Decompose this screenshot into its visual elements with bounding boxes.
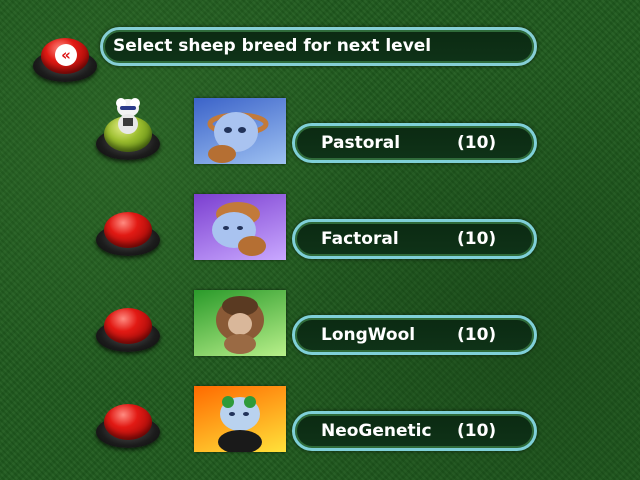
sheep-figure-icon [116, 98, 140, 134]
breed-thumbnail-neogenetic [194, 386, 286, 452]
breed-count: (10) [457, 229, 497, 249]
breed-count: (10) [457, 133, 497, 153]
page-title: Select sheep breed for next level [100, 27, 537, 66]
breed-label-factoral[interactable]: Factoral (10) [292, 219, 537, 259]
breed-count: (10) [457, 421, 497, 441]
breed-thumbnail-longwool [194, 290, 286, 356]
breed-name: Factoral [321, 229, 399, 249]
breed-name: Pastoral [321, 133, 401, 153]
button-cap [104, 404, 152, 440]
breed-label-longwool[interactable]: LongWool (10) [292, 315, 537, 355]
button-cap [104, 212, 152, 248]
select-breed-longwool-button[interactable] [96, 304, 160, 354]
breed-thumbnail-pastoral [194, 98, 286, 164]
button-cap [104, 308, 152, 344]
select-breed-factoral-button[interactable] [96, 208, 160, 258]
back-button[interactable]: « [33, 34, 97, 84]
breed-label-neogenetic[interactable]: NeoGenetic (10) [292, 411, 537, 451]
select-breed-pastoral-button[interactable] [96, 98, 160, 162]
double-chevron-left-icon: « [55, 44, 77, 66]
breed-name: NeoGenetic [321, 421, 432, 441]
breed-thumbnail-factoral [194, 194, 286, 260]
breed-label-pastoral[interactable]: Pastoral (10) [292, 123, 537, 163]
select-breed-neogenetic-button[interactable] [96, 400, 160, 450]
breed-count: (10) [457, 325, 497, 345]
breed-name: LongWool [321, 325, 416, 345]
